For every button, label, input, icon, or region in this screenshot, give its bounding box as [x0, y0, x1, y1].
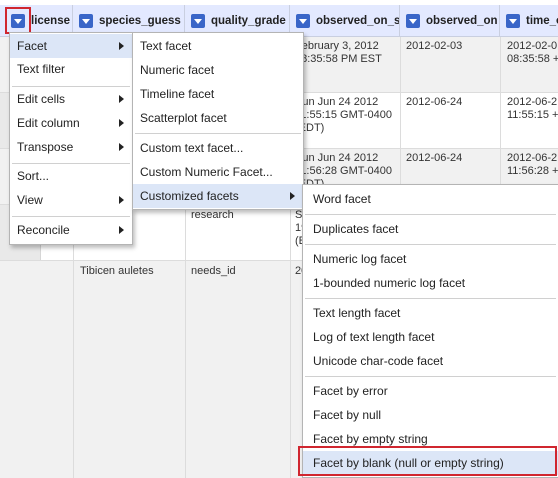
cell-time-observed: 2012-06-2 11:55:15 +: [507, 96, 558, 121]
menu-item-timeline-facet[interactable]: Timeline facet: [133, 82, 303, 106]
column-dropdown-icon[interactable]: [506, 14, 520, 28]
chevron-right-icon: [119, 119, 124, 127]
menu-item-label: Numeric log facet: [313, 252, 407, 266]
menu-separator: [305, 244, 556, 245]
menu-item-label: Scatterplot facet: [140, 111, 227, 125]
menu-item-transpose[interactable]: Transpose: [10, 135, 132, 159]
column-menu: Facet Text filter Edit cells Edit column…: [9, 32, 133, 245]
chevron-right-icon: [119, 95, 124, 103]
menu-item-log-text-length-facet[interactable]: Log of text length facet: [303, 325, 558, 349]
menu-separator: [12, 216, 130, 217]
menu-item-edit-cells[interactable]: Edit cells: [10, 87, 132, 111]
menu-separator: [135, 133, 301, 134]
menu-item-bounded-numeric-log-facet[interactable]: 1-bounded numeric log facet: [303, 271, 558, 295]
menu-item-label: Log of text length facet: [313, 330, 435, 344]
chevron-right-icon: [119, 143, 124, 151]
column-header-time-observed: time_o: [500, 5, 558, 37]
menu-item-label: Edit cells: [17, 92, 66, 106]
menu-item-label: Edit column: [17, 116, 80, 130]
menu-separator: [305, 298, 556, 299]
column-dropdown-icon[interactable]: [191, 14, 205, 28]
menu-item-label: View: [17, 193, 43, 207]
menu-item-label: 1-bounded numeric log facet: [313, 276, 466, 290]
menu-separator: [305, 214, 556, 215]
cell-time-observed: 2012-06-2 11:56:28 +: [507, 152, 558, 177]
chevron-right-icon: [119, 196, 124, 204]
cell-observed-on-string: February 3, 2012 08:35:58 PM EST: [295, 40, 382, 65]
cell-quality-grade: needs_id: [191, 265, 236, 277]
highlight-facet-by-blank: [298, 446, 557, 476]
menu-item-label: Timeline facet: [140, 87, 215, 101]
column-dropdown-icon[interactable]: [296, 14, 310, 28]
column-label: species_guess: [99, 15, 181, 27]
menu-separator: [305, 376, 556, 377]
menu-item-label: Facet: [17, 39, 48, 53]
customized-facets-submenu: Word facet Duplicates facet Numeric log …: [302, 184, 558, 478]
menu-item-label: Sort...: [17, 169, 50, 183]
menu-item-text-length-facet[interactable]: Text length facet: [303, 301, 558, 325]
menu-item-label: Text filter: [17, 62, 66, 76]
menu-item-label: Customized facets: [140, 189, 239, 203]
menu-item-label: Numeric facet: [140, 63, 215, 77]
menu-item-text-facet[interactable]: Text facet: [133, 34, 303, 58]
menu-item-customized-facets[interactable]: Customized facets: [133, 184, 303, 208]
cell-observed-on-string: Sun Jun 24 2012 11:55:15 GMT-0400 (EDT): [295, 96, 393, 134]
cell-observed-on: 2012-06-24: [406, 96, 463, 108]
menu-item-label: Facet by empty string: [313, 432, 428, 446]
menu-item-label: Reconcile: [17, 223, 70, 237]
menu-item-view[interactable]: View: [10, 188, 132, 212]
cell-quality-grade: research: [191, 209, 234, 221]
menu-item-label: Custom Numeric Facet...: [140, 165, 273, 179]
chevron-right-icon: [119, 226, 124, 234]
facet-submenu: Text facet Numeric facet Timeline facet …: [132, 32, 304, 210]
menu-item-sort[interactable]: Sort...: [10, 164, 132, 188]
menu-item-custom-text-facet[interactable]: Custom text facet...: [133, 136, 303, 160]
menu-item-duplicates-facet[interactable]: Duplicates facet: [303, 217, 558, 241]
menu-item-numeric-facet[interactable]: Numeric facet: [133, 58, 303, 82]
column-dropdown-icon[interactable]: [79, 14, 93, 28]
menu-item-label: Custom text facet...: [140, 141, 244, 155]
highlight-license-dropdown: [5, 7, 31, 34]
column-header-observed-on-string: observed_on_st: [290, 5, 400, 37]
menu-item-numeric-log-facet[interactable]: Numeric log facet: [303, 247, 558, 271]
menu-item-label: Text facet: [140, 39, 192, 53]
menu-item-label: Unicode char-code facet: [313, 354, 444, 368]
chevron-right-icon: [119, 42, 124, 50]
menu-item-label: Word facet: [313, 192, 371, 206]
column-dropdown-icon[interactable]: [406, 14, 420, 28]
menu-item-facet-by-null[interactable]: Facet by null: [303, 403, 558, 427]
menu-item-label: Duplicates facet: [313, 222, 399, 236]
menu-item-facet-by-error[interactable]: Facet by error: [303, 379, 558, 403]
menu-item-word-facet[interactable]: Word facet: [303, 187, 558, 211]
menu-item-facet[interactable]: Facet: [10, 34, 132, 58]
menu-item-text-filter[interactable]: Text filter: [10, 57, 132, 81]
column-label: quality_grade: [211, 15, 286, 27]
menu-item-scatterplot-facet[interactable]: Scatterplot facet: [133, 106, 303, 130]
cell-time-observed: 2012-02-0 08:35:58 +: [507, 40, 558, 65]
menu-item-custom-numeric-facet[interactable]: Custom Numeric Facet...: [133, 160, 303, 184]
menu-item-label: Facet by null: [313, 408, 382, 422]
column-header-observed-on: observed_on: [400, 5, 500, 37]
cell-observed-on: 2012-02-03: [406, 40, 463, 52]
menu-item-label: Facet by error: [313, 384, 388, 398]
column-label: license: [31, 15, 70, 27]
menu-item-edit-column[interactable]: Edit column: [10, 111, 132, 135]
menu-item-reconcile[interactable]: Reconcile: [10, 218, 132, 242]
column-label: observed_on: [426, 15, 498, 27]
menu-item-label: Text length facet: [313, 306, 401, 320]
chevron-right-icon: [290, 192, 295, 200]
menu-item-unicode-charcode-facet[interactable]: Unicode char-code facet: [303, 349, 558, 373]
cell-observed-on: 2012-06-24: [406, 152, 463, 164]
cell-species-guess: Tibicen auletes: [80, 265, 154, 277]
column-label: time_o: [526, 15, 558, 27]
column-label: observed_on_st: [316, 15, 400, 27]
menu-item-label: Transpose: [17, 140, 74, 154]
